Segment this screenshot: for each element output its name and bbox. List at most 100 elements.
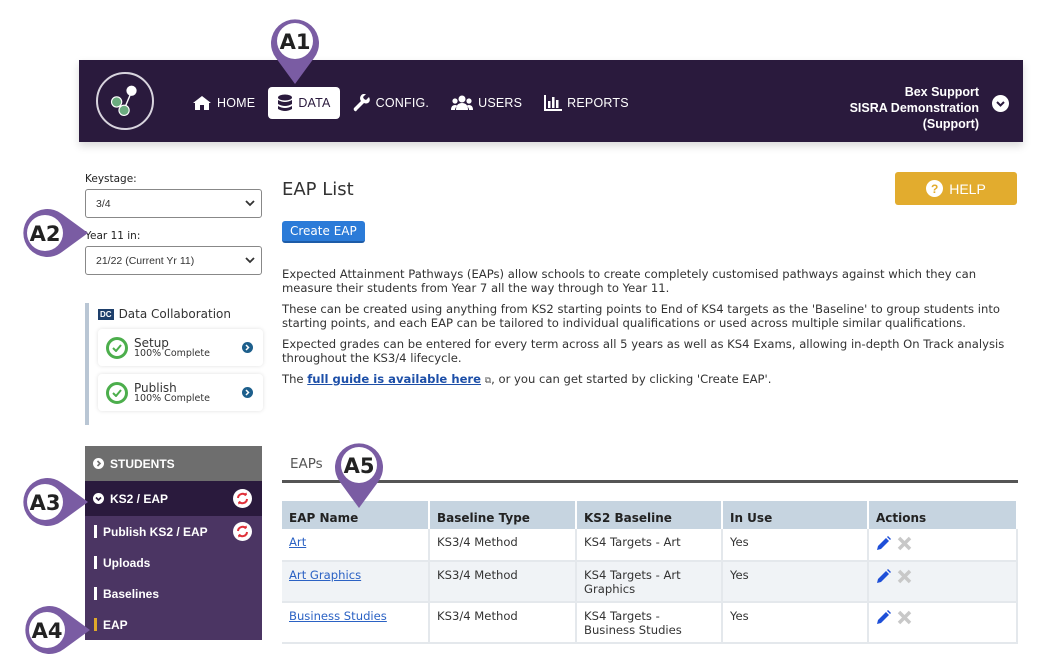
column-header: Actions [868,501,1018,529]
ks2-eap-submenu: Publish KS2 / EAP Uploads Baselines EAP [85,516,262,640]
callout-label: A4 [32,619,63,643]
description-paragraph: Expected Attainment Pathways (EAPs) allo… [282,267,977,295]
menu-uploads[interactable]: Uploads [85,547,262,578]
in-use: Yes [722,602,869,644]
dc-card-setup[interactable]: Setup 100% Complete [98,329,263,366]
nav-home-label: HOME [217,96,256,110]
column-header[interactable]: Baseline Type [429,501,577,529]
callout-a3: A3 [18,475,90,529]
menu-item-label: Uploads [103,555,151,570]
database-icon [277,94,293,112]
callout-a5: A5 [330,438,388,510]
nav-data[interactable]: DATA [268,87,340,119]
menu-ks2-eap[interactable]: KS2 / EAP [85,481,262,516]
menu-students[interactable]: STUDENTS [85,446,262,481]
menu-publish-ks2-eap[interactable]: Publish KS2 / EAP [85,516,262,547]
bar-chart-icon [544,95,563,111]
dc-card-publish[interactable]: Publish 100% Complete [98,374,263,411]
delete-x-icon[interactable] [897,569,912,584]
table-row: Art Graphics KS3/4 Method KS4 Targets - … [282,561,1018,603]
check-circle-icon [106,381,128,404]
chevron-right-circle-icon [93,458,104,469]
nav-reports[interactable]: REPORTS [535,87,638,119]
chevron-right-icon [242,387,253,398]
callout-label: A2 [30,222,61,246]
refresh-icon[interactable] [233,489,252,508]
guide-paragraph: The full guide is available here ⧉, or y… [282,372,1018,388]
description: Expected Attainment Pathways (EAPs) allo… [282,267,1018,395]
nav-config[interactable]: CONFIG. [344,87,438,119]
wrench-icon [353,94,371,112]
question-circle-icon: ? [926,180,944,197]
eap-name-link[interactable]: Business Studies [289,609,387,623]
year-value: 21/22 (Current Yr 11) [96,255,195,267]
top-navbar: HOME DATA CONFIG. USERS REPORTS Bex Supp… [79,60,1023,142]
ks2-baseline: KS4 Targets - Art [576,529,723,562]
tab-eaps[interactable]: EAPs [290,456,323,472]
column-header[interactable]: KS2 Baseline [576,501,723,529]
edit-pencil-icon[interactable] [876,610,891,625]
menu-baselines[interactable]: Baselines [85,578,262,609]
dc-card-status: 100% Complete [134,347,210,359]
table-row: Art KS3/4 Method KS4 Targets - Art Yes [282,529,1018,562]
nav-reports-label: REPORTS [567,96,629,110]
menu-ks2-eap-label: KS2 / EAP [110,491,169,506]
users-icon [451,95,474,111]
data-collaboration-panel: DC Data Collaboration Setup 100% Complet… [85,303,263,425]
ks2-baseline: KS4 Targets - Art Graphics [576,561,723,603]
full-guide-link[interactable]: full guide is available here [307,372,481,386]
dc-card-title: Publish [134,380,177,395]
guide-prefix: The [282,372,308,386]
edit-pencil-icon[interactable] [876,569,891,584]
help-button[interactable]: ? HELP [895,172,1017,205]
chevron-right-icon [242,342,253,353]
create-eap-button[interactable]: Create EAP [282,221,365,243]
year-select[interactable]: 21/22 (Current Yr 11) [85,246,262,275]
callout-a2: A2 [18,206,90,260]
nav-config-label: CONFIG. [375,96,430,110]
in-use: Yes [722,529,869,562]
page: HOME DATA CONFIG. USERS REPORTS Bex Supp… [0,0,1041,669]
user-menu-chevron-down-icon[interactable] [992,95,1009,112]
dc-card-title: Setup [134,335,169,350]
edit-pencil-icon[interactable] [876,536,891,551]
eap-name-link[interactable]: Art Graphics [289,568,361,582]
refresh-icon[interactable] [233,522,252,541]
active-marker [94,618,97,631]
page-title: EAP List [282,179,354,200]
description-paragraph: Expected grades can be entered for every… [282,337,1005,365]
baseline-type: KS3/4 Method [429,529,577,562]
menu-item-label: Baselines [103,586,160,601]
guide-suffix: , or you can get started by clicking 'Cr… [491,372,772,386]
chevron-down-circle-icon [93,493,104,504]
help-label: HELP [949,180,986,197]
delete-x-icon[interactable] [897,536,912,551]
menu-item-label: EAP [103,617,128,632]
callout-a4: A4 [20,603,92,657]
baseline-type: KS3/4 Method [429,561,577,603]
table-row: Business Studies KS3/4 Method KS4 Target… [282,602,1018,644]
nav-users[interactable]: USERS [442,87,531,119]
chevron-down-icon [245,257,255,264]
app-logo[interactable] [96,72,154,130]
menu-item-label: Publish KS2 / EAP [103,524,208,539]
menu-eap[interactable]: EAP [85,609,262,640]
callout-label: A3 [30,491,61,515]
column-header[interactable]: In Use [722,501,869,529]
callout-a1: A1 [266,14,324,86]
keystage-select[interactable]: 3/4 [85,189,262,218]
delete-x-icon[interactable] [897,610,912,625]
baseline-type: KS3/4 Method [429,602,577,644]
side-menu: STUDENTS KS2 / EAP Publish KS2 / EAP Upl… [85,446,262,640]
description-paragraph: These can be created using anything from… [282,302,1000,330]
in-use: Yes [722,561,869,603]
eap-name-link[interactable]: Art [289,535,306,549]
keystage-value: 3/4 [96,198,111,210]
nav-data-label: DATA [298,96,331,110]
user-name: Bex Support [904,85,979,99]
ks2-baseline: KS4 Targets - Business Studies [576,602,723,644]
home-icon [192,95,212,111]
tab-bar: EAPs [282,452,1018,483]
nav-home[interactable]: HOME [183,87,264,119]
callout-label: A1 [280,30,311,54]
